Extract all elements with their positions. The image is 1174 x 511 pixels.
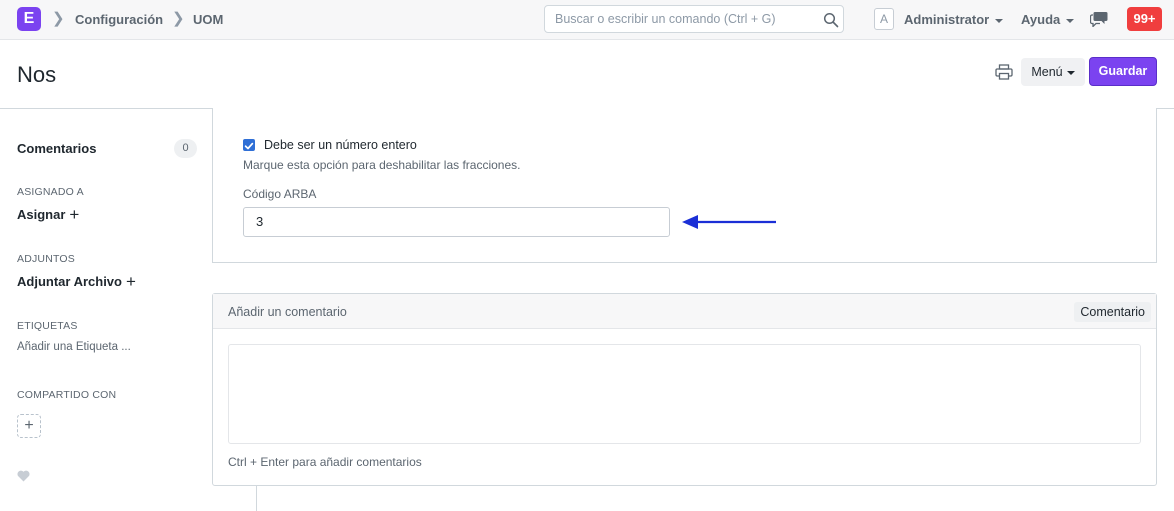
sidebar-comments-link[interactable]: Comentarios bbox=[17, 141, 96, 157]
comment-section: Añadir un comentario Comentario Ctrl + E… bbox=[212, 293, 1157, 486]
search-icon[interactable] bbox=[823, 12, 839, 28]
arba-code-label: Código ARBA bbox=[243, 187, 317, 201]
menu-button[interactable]: Menú bbox=[1021, 58, 1085, 86]
caret-down-icon bbox=[995, 18, 1004, 23]
chevron-right-icon: ❯ bbox=[52, 10, 65, 27]
chevron-right-icon: ❯ bbox=[172, 10, 185, 27]
attach-file-button[interactable]: Adjuntar Archivo + bbox=[17, 272, 136, 291]
search-input[interactable]: Buscar o escribir un comando (Ctrl + G) bbox=[544, 5, 844, 33]
annotation-arrow bbox=[682, 215, 776, 229]
comment-textarea[interactable] bbox=[228, 344, 1141, 444]
save-button[interactable]: Guardar bbox=[1089, 57, 1157, 86]
whole-number-help: Marque esta opción para deshabilitar las… bbox=[243, 158, 521, 172]
attach-label: Adjuntar Archivo bbox=[17, 274, 122, 289]
page-title: Nos bbox=[17, 62, 57, 87]
app-logo[interactable]: E bbox=[17, 7, 41, 31]
comments-count-badge: 0 bbox=[174, 139, 197, 158]
comment-button[interactable]: Comentario bbox=[1074, 302, 1151, 322]
breadcrumb-configuracion[interactable]: Configuración bbox=[75, 12, 163, 28]
comment-header: Añadir un comentario Comentario bbox=[213, 294, 1156, 329]
heart-icon[interactable] bbox=[17, 470, 30, 482]
add-tag-link[interactable]: Añadir una Etiqueta ... bbox=[17, 340, 131, 354]
tags-heading: ETIQUETAS bbox=[17, 320, 78, 332]
check-icon bbox=[244, 142, 254, 150]
comment-hint: Ctrl + Enter para añadir comentarios bbox=[228, 455, 422, 469]
shared-heading: COMPARTIDO CON bbox=[17, 389, 117, 401]
breadcrumb-uom[interactable]: UOM bbox=[193, 12, 223, 28]
menu-button-label: Menú bbox=[1031, 65, 1063, 79]
plus-icon: + bbox=[24, 417, 34, 434]
caret-down-icon bbox=[1066, 18, 1075, 23]
attachments-heading: ADJUNTOS bbox=[17, 253, 75, 265]
chat-icon[interactable] bbox=[1090, 11, 1108, 27]
whole-number-label[interactable]: Debe ser un número entero bbox=[264, 138, 417, 153]
navbar: E ❯ Configuración ❯ UOM Buscar o escribi… bbox=[0, 0, 1174, 40]
user-menu-label: Administrator bbox=[904, 12, 990, 27]
comment-title: Añadir un comentario bbox=[228, 305, 347, 319]
caret-down-icon bbox=[1066, 70, 1075, 75]
plus-icon: + bbox=[125, 272, 136, 291]
notifications-badge[interactable]: 99+ bbox=[1127, 7, 1162, 31]
help-menu[interactable]: Ayuda bbox=[1021, 12, 1075, 28]
timeline-line bbox=[256, 486, 257, 511]
assigned-heading: ASIGNADO A bbox=[17, 186, 84, 198]
assign-label: Asignar bbox=[17, 207, 66, 222]
arba-code-input[interactable]: 3 bbox=[243, 207, 670, 237]
form-section bbox=[212, 108, 1157, 263]
assign-button[interactable]: Asignar + bbox=[17, 205, 80, 224]
user-menu[interactable]: Administrator bbox=[904, 12, 1004, 28]
print-icon[interactable] bbox=[995, 64, 1013, 80]
share-add-button[interactable]: + bbox=[17, 414, 41, 438]
whole-number-checkbox[interactable] bbox=[243, 139, 255, 151]
help-menu-label: Ayuda bbox=[1021, 12, 1061, 27]
search-placeholder: Buscar o escribir un comando (Ctrl + G) bbox=[555, 12, 776, 26]
plus-icon: + bbox=[69, 205, 80, 224]
avatar[interactable]: A bbox=[874, 8, 894, 30]
